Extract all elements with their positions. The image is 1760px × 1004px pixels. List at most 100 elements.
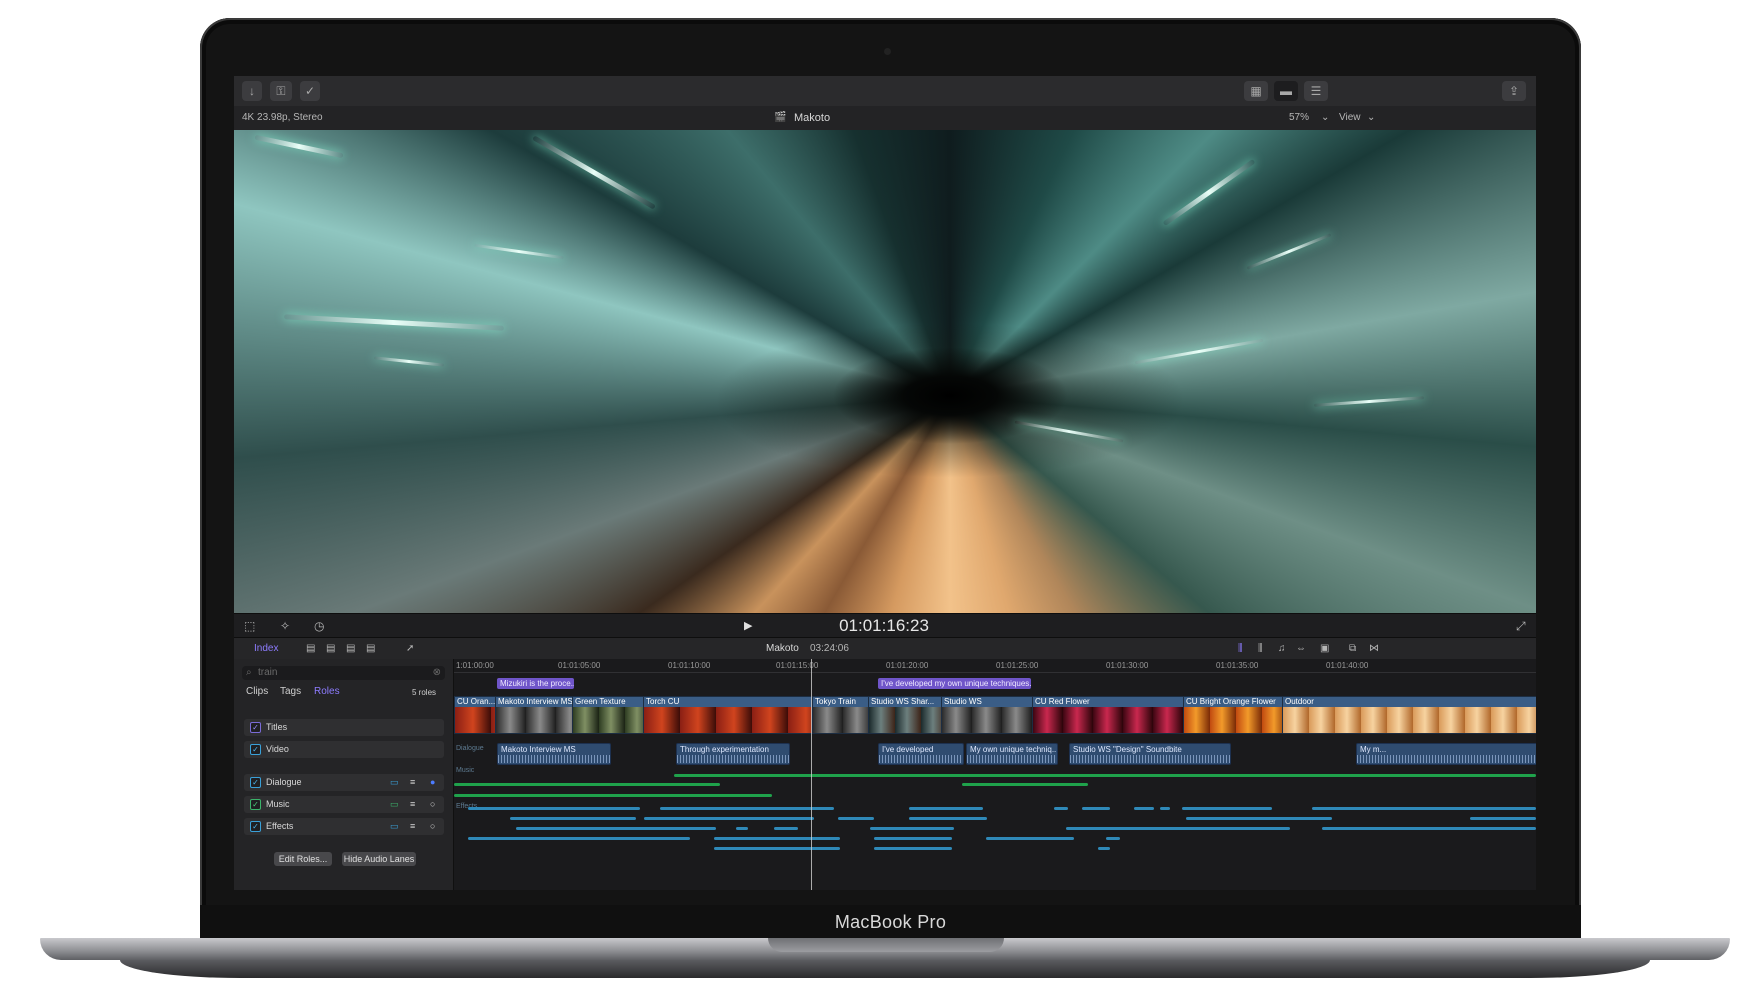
fullscreen-icon[interactable]: ⤢ [1516, 614, 1526, 638]
connect-clip-icon[interactable]: ▤ [306, 638, 315, 660]
title-clip[interactable]: I've developed my own unique techniques. [878, 678, 1031, 689]
effects-clip[interactable] [644, 817, 814, 820]
video-clip[interactable]: Makoto Interview MS [495, 696, 573, 734]
index-search-field[interactable]: ⌕ train ⊗ [242, 666, 445, 680]
focus-dot-icon[interactable]: ○ [430, 796, 435, 813]
keyword-icon[interactable]: ⚿ [270, 81, 292, 101]
timecode-display[interactable]: 01:01:16:23 [764, 614, 1004, 638]
effects-clip[interactable] [1182, 807, 1272, 810]
role-row-dialogue[interactable]: ✓ Dialogue ▭ ≡ ● [244, 774, 444, 791]
effects-clip[interactable] [1160, 807, 1170, 810]
title-clip[interactable]: Mizukiri is the proce... [497, 678, 574, 689]
effects-clip[interactable] [510, 817, 636, 820]
focus-dot-icon[interactable]: ● [430, 774, 435, 791]
role-row-effects[interactable]: ✓ Effects ▭ ≡ ○ [244, 818, 444, 835]
video-clip[interactable]: Green Texture [572, 696, 644, 734]
video-clip[interactable]: CU Red Flower [1032, 696, 1184, 734]
playhead[interactable] [811, 659, 812, 890]
browser-grid-icon[interactable]: ▦ [1244, 81, 1268, 101]
video-clip[interactable]: Studio WS Shar... [868, 696, 942, 734]
edit-roles-button[interactable]: Edit Roles... [274, 852, 332, 866]
zoom-menu[interactable]: 57% [1289, 106, 1309, 130]
effects-clip[interactable] [909, 807, 983, 810]
clip-appearance-icon[interactable]: ▣ [1320, 638, 1329, 660]
checkmark-icon[interactable]: ✓ [300, 81, 320, 101]
effects-clip[interactable] [1054, 807, 1068, 810]
video-clip[interactable]: Torch CU [643, 696, 813, 734]
effects-clip[interactable] [774, 827, 798, 830]
snapping-icon[interactable]: ⇔ [1296, 638, 1306, 660]
checkbox-icon[interactable]: ✓ [250, 799, 261, 810]
video-clip[interactable]: Tokyo Train [812, 696, 869, 734]
subroles-icon[interactable]: ≡ [410, 774, 415, 791]
video-clip[interactable]: Outdoor [1282, 696, 1536, 734]
video-clip[interactable]: CU Oran... [454, 696, 496, 734]
audio-clip[interactable]: Studio WS "Design" Soundbite [1069, 743, 1231, 765]
timeline[interactable]: 1:01:00:00 01:01:05:00 01:01:10:00 01:01… [454, 659, 1536, 890]
music-clip[interactable] [962, 783, 1088, 786]
select-tool-icon[interactable]: ➚ [406, 638, 414, 660]
audio-clip[interactable]: My m... [1356, 743, 1536, 765]
share-icon[interactable]: ⇪ [1502, 81, 1526, 101]
overwrite-clip-icon[interactable]: ▤ [366, 638, 375, 660]
video-clip[interactable]: CU Bright Orange Flower [1183, 696, 1283, 734]
effects-clip[interactable] [1312, 807, 1536, 810]
effects-clip[interactable] [468, 837, 690, 840]
import-icon[interactable]: ↓ [242, 81, 262, 101]
effects-clip[interactable] [1098, 847, 1110, 850]
effects-clip[interactable] [1082, 807, 1110, 810]
tab-roles[interactable]: Roles [314, 686, 340, 697]
effects-clip[interactable] [986, 837, 1074, 840]
checkbox-icon[interactable]: ✓ [250, 777, 261, 788]
effects-clip[interactable] [909, 817, 987, 820]
effects-clip[interactable] [874, 837, 952, 840]
transitions-browser-icon[interactable]: ⋈ [1369, 638, 1379, 660]
speed-icon[interactable]: ◷ [314, 614, 324, 638]
play-icon[interactable]: ▶ [744, 614, 752, 638]
role-row-video[interactable]: ✓ Video [244, 741, 444, 758]
checkbox-icon[interactable]: ✓ [250, 744, 261, 755]
effects-clip[interactable] [660, 807, 834, 810]
music-clip[interactable] [674, 774, 1536, 777]
timeline-icon[interactable]: ▬ [1274, 81, 1298, 101]
audio-clip[interactable]: Through experimentation [676, 743, 790, 765]
effects-clip[interactable] [874, 847, 952, 850]
checkbox-icon[interactable]: ✓ [250, 722, 261, 733]
lane-icon[interactable]: ▭ [390, 796, 399, 813]
lane-icon[interactable]: ▭ [390, 818, 399, 835]
transform-icon[interactable]: ⬚ [244, 614, 255, 638]
hide-audio-lanes-button[interactable]: Hide Audio Lanes [342, 852, 416, 866]
chevron-down-icon[interactable]: ⌄ [1321, 106, 1329, 130]
checkbox-icon[interactable]: ✓ [250, 821, 261, 832]
subroles-icon[interactable]: ≡ [410, 818, 415, 835]
effects-clip[interactable] [838, 817, 874, 820]
chevron-down-icon[interactable]: ⌄ [1367, 106, 1375, 130]
insert-clip-icon[interactable]: ▤ [326, 638, 335, 660]
audio-clip[interactable]: I've developed [878, 743, 964, 765]
view-menu[interactable]: View [1339, 106, 1361, 130]
lane-icon[interactable]: ▭ [390, 774, 399, 791]
audio-skimming-icon[interactable]: ⫼ [1258, 638, 1263, 660]
skimming-icon[interactable]: ⫼ [1238, 638, 1243, 660]
effects-browser-icon[interactable]: ⧉ [1349, 638, 1356, 660]
effects-clip[interactable] [1106, 837, 1120, 840]
enhance-icon[interactable]: ✧ [280, 614, 290, 638]
effects-clip[interactable] [714, 837, 840, 840]
effects-clip[interactable] [736, 827, 748, 830]
music-clip[interactable] [454, 794, 772, 797]
append-clip-icon[interactable]: ▤ [346, 638, 355, 660]
tab-clips[interactable]: Clips [246, 686, 268, 697]
solo-icon[interactable]: ♫ [1278, 638, 1286, 660]
effects-clip[interactable] [1134, 807, 1154, 810]
effects-clip[interactable] [1066, 827, 1290, 830]
timeline-ruler[interactable]: 1:01:00:00 01:01:05:00 01:01:10:00 01:01… [454, 659, 1536, 673]
effects-clip[interactable] [516, 827, 716, 830]
video-clip[interactable]: Studio WS [941, 696, 1033, 734]
music-clip[interactable] [454, 783, 720, 786]
effects-clip[interactable] [1186, 817, 1332, 820]
audio-clip[interactable]: My own unique techniq... [966, 743, 1058, 765]
effects-clip[interactable] [714, 847, 840, 850]
audio-clip[interactable]: Makoto Interview MS [497, 743, 611, 765]
inspector-icon[interactable]: ☰ [1304, 81, 1328, 101]
effects-clip[interactable] [1322, 827, 1536, 830]
